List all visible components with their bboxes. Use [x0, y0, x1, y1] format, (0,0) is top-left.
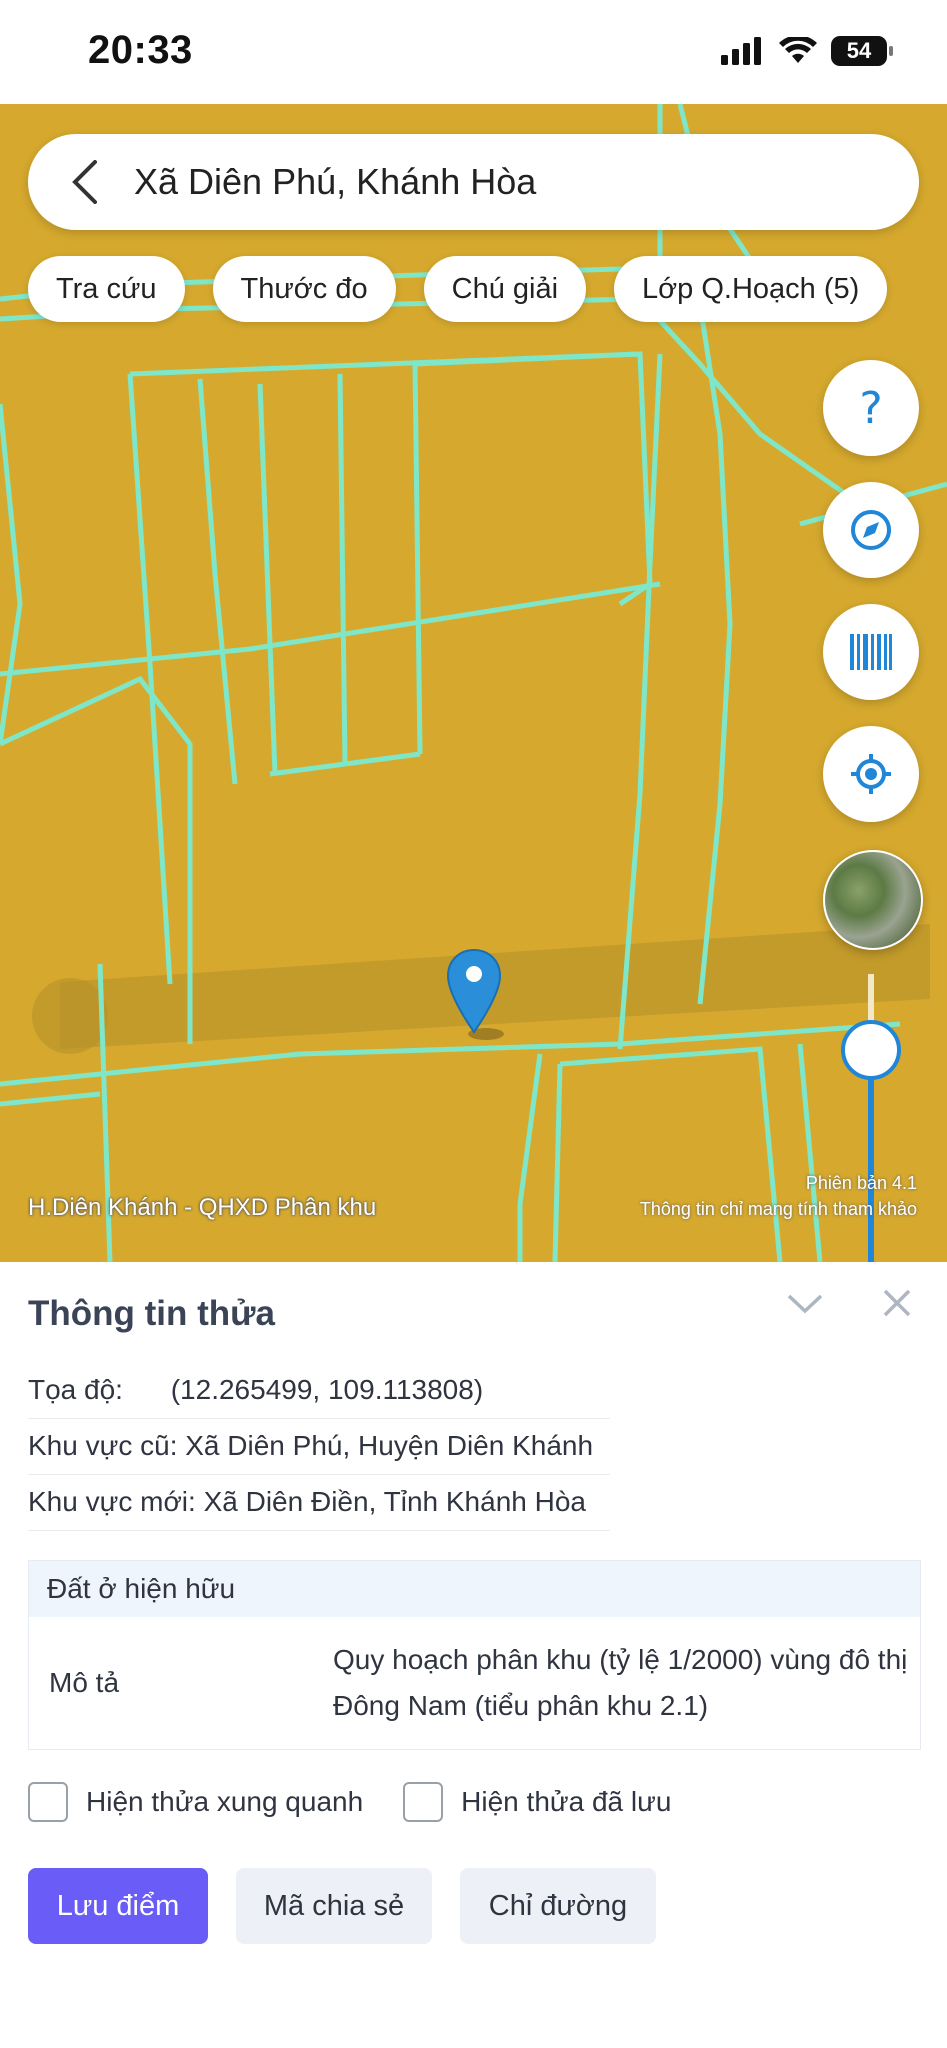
battery-icon: 54	[831, 36, 893, 66]
chip-lookup[interactable]: Tra cứu	[28, 256, 185, 322]
wifi-icon	[779, 37, 817, 63]
old-area-row: Khu vực cũ: Xã Diên Phú, Huyện Diên Khán…	[28, 1418, 610, 1475]
close-button[interactable]	[882, 1288, 912, 1323]
status-time: 20:33	[88, 28, 193, 72]
chip-legend[interactable]: Chú giải	[423, 256, 587, 322]
map-layer-label: H.Diên Khánh - QHXD Phân khu	[28, 1194, 377, 1221]
map-version-info: Phiên bản 4.1 Thông tin chỉ mang tính th…	[640, 1170, 917, 1222]
show-saved-checkbox[interactable]	[403, 1782, 444, 1822]
map-view[interactable]: Xã Diên Phú, Khánh Hòa Tra cứu Thước đo …	[0, 104, 947, 1262]
save-point-button[interactable]: Lưu điểm	[28, 1868, 208, 1944]
map-version: Phiên bản 4.1	[805, 1173, 917, 1193]
svg-text:?: ?	[859, 383, 882, 433]
show-nearby-label[interactable]: Hiện thửa xung quanh	[86, 1786, 363, 1818]
barcode-button[interactable]	[823, 604, 919, 700]
back-icon[interactable]	[56, 152, 116, 212]
map-disclaimer: Thông tin chỉ mang tính tham khảo	[639, 1199, 917, 1219]
help-button[interactable]: ?	[823, 360, 919, 456]
help-icon: ?	[859, 383, 882, 433]
search-input[interactable]: Xã Diên Phú, Khánh Hòa	[134, 161, 536, 203]
zoom-slider-knob[interactable]	[841, 1020, 901, 1080]
description-row: Mô tả Quy hoạch phân khu (tỷ lệ 1/2000) …	[29, 1617, 920, 1749]
collapse-button[interactable]	[786, 1292, 824, 1321]
chip-planning-layers[interactable]: Lớp Q.Hoạch (5)	[614, 256, 888, 322]
parcel-info-panel: Thông tin thửa Tọa độ: (12.265499, 109.1…	[0, 1262, 947, 2048]
description-value: Quy hoạch phân khu (tỷ lệ 1/2000) vùng đ…	[333, 1644, 908, 1721]
search-bar[interactable]: Xã Diên Phú, Khánh Hòa	[28, 134, 919, 230]
chevron-down-icon	[787, 1294, 823, 1314]
compass-icon	[851, 510, 891, 550]
chip-ruler[interactable]: Thước đo	[212, 256, 396, 322]
description-label: Mô tả	[49, 1667, 120, 1698]
new-area-row: Khu vực mới: Xã Diên Điền, Tỉnh Khánh Hò…	[28, 1474, 610, 1531]
satellite-layer-button[interactable]	[823, 850, 923, 950]
locate-icon	[851, 754, 891, 794]
share-code-button[interactable]: Mã chia sẻ	[236, 1868, 432, 1944]
location-pin-icon	[446, 948, 504, 1040]
map-chips: Tra cứu Thước đo Chú giải Lớp Q.Hoạch (5…	[28, 256, 888, 322]
coords-value: (12.265499, 109.113808)	[170, 1374, 484, 1405]
land-info-table: Đất ở hiện hữu Mô tả Quy hoạch phân khu …	[28, 1560, 921, 1750]
directions-button[interactable]: Chỉ đường	[460, 1868, 656, 1944]
signal-icon	[721, 37, 761, 65]
coords-label: Tọa độ:	[28, 1374, 123, 1405]
status-bar: 20:33 54	[0, 0, 947, 104]
status-icons: 54	[721, 36, 893, 66]
show-nearby-checkbox[interactable]	[28, 1782, 68, 1822]
land-type: Đất ở hiện hữu	[29, 1561, 920, 1617]
compass-button[interactable]	[823, 482, 919, 578]
panel-title: Thông tin thửa	[28, 1294, 275, 1333]
barcode-icon	[850, 634, 892, 670]
close-icon	[883, 1289, 911, 1317]
coords-row: Tọa độ: (12.265499, 109.113808)	[28, 1362, 610, 1419]
show-saved-label[interactable]: Hiện thửa đã lưu	[461, 1786, 671, 1818]
checkbox-row: Hiện thửa xung quanh Hiện thửa đã lưu	[28, 1782, 711, 1822]
locate-button[interactable]	[823, 726, 919, 822]
